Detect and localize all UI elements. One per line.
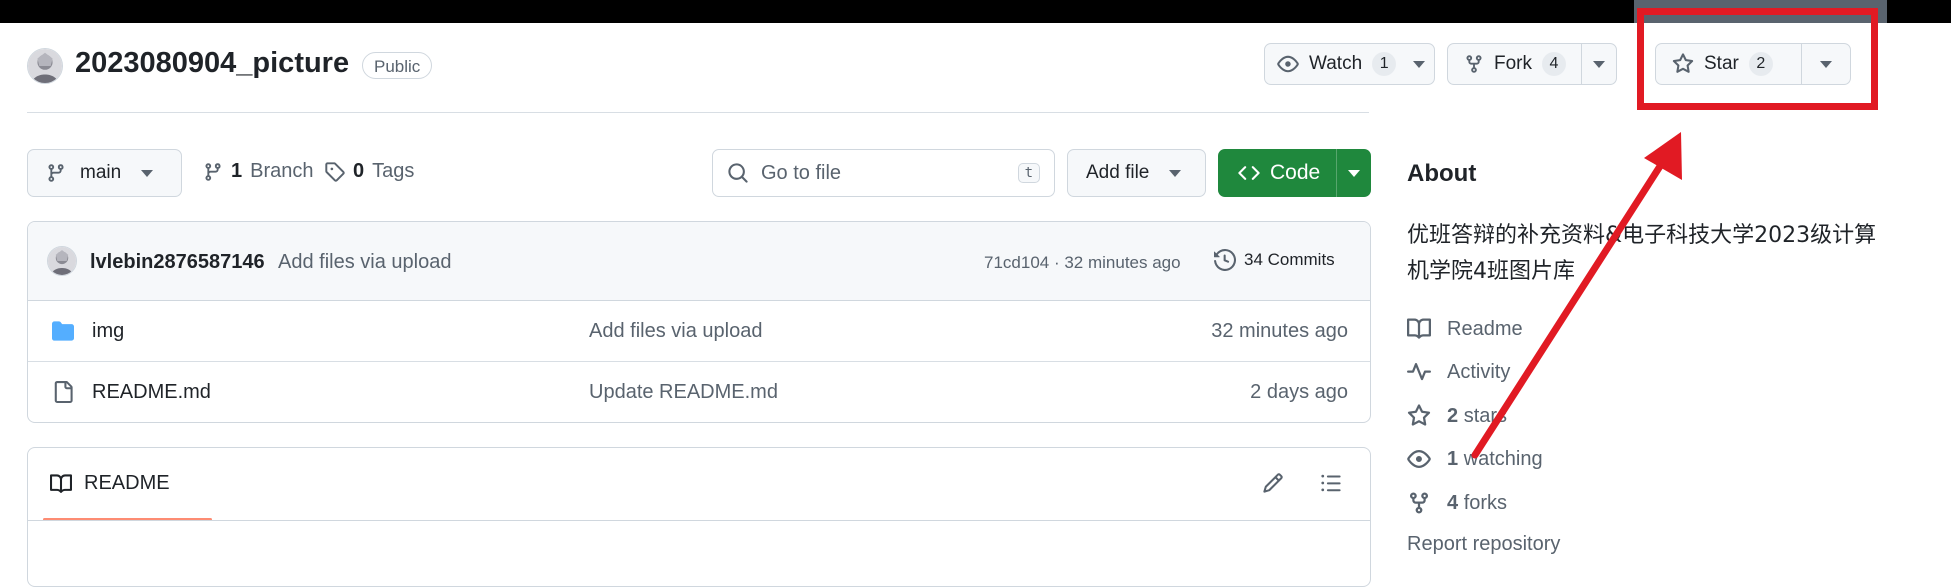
commit-author-avatar[interactable] xyxy=(47,246,77,276)
fork-dropdown[interactable] xyxy=(1582,44,1616,84)
watch-count: 1 xyxy=(1372,52,1397,76)
file-icon xyxy=(52,380,74,404)
go-to-file-input[interactable]: Go to file t xyxy=(712,149,1055,197)
search-icon xyxy=(727,162,749,184)
fork-count: 4 xyxy=(1542,52,1566,76)
branch-icon xyxy=(203,162,223,182)
about-item-label: stars xyxy=(1463,404,1508,427)
fork-button[interactable]: Fork 4 xyxy=(1448,44,1581,84)
code-label: Code xyxy=(1270,161,1321,184)
branch-count: 1 xyxy=(231,160,243,182)
annotation-highlight-box xyxy=(1637,8,1878,110)
fork-icon xyxy=(1407,491,1431,515)
keyboard-shortcut: t xyxy=(1017,163,1040,183)
visibility-badge: Public xyxy=(362,52,433,79)
file-browser: lvlebin2876587146 Add files via upload 7… xyxy=(27,221,1371,423)
watch-button[interactable]: Watch 1 xyxy=(1265,44,1403,84)
about-item-label: Readme xyxy=(1447,317,1523,340)
about-activity-link[interactable]: Activity xyxy=(1407,357,1510,387)
tags-link[interactable]: 0 Tags xyxy=(324,160,414,183)
chevron-down-icon xyxy=(1169,169,1182,177)
about-forks-link[interactable]: 4 forks xyxy=(1407,488,1507,518)
chevron-down-icon xyxy=(1593,60,1605,68)
branch-label: Branch xyxy=(250,160,314,182)
readme-tab[interactable]: README xyxy=(50,472,170,495)
star-icon xyxy=(1407,404,1431,428)
report-repository-link[interactable]: Report repository xyxy=(1407,533,1560,556)
file-time: 2 days ago xyxy=(1250,381,1348,403)
commits-count: 34 Commits xyxy=(1244,250,1335,269)
latest-commit-bar: lvlebin2876587146 Add files via upload 7… xyxy=(28,222,1370,301)
watch-button-group: Watch 1 xyxy=(1264,43,1435,85)
fork-icon xyxy=(1464,54,1484,74)
about-item-count: 2 xyxy=(1447,404,1459,427)
history-icon xyxy=(1214,249,1236,271)
about-stars-link[interactable]: 2 stars xyxy=(1407,401,1507,431)
owner-avatar[interactable] xyxy=(27,48,63,84)
file-time: 32 minutes ago xyxy=(1211,320,1348,342)
about-item-label: forks xyxy=(1463,491,1508,514)
code-dropdown[interactable] xyxy=(1336,149,1371,197)
branch-selector[interactable]: main xyxy=(27,149,182,197)
branch-icon xyxy=(46,163,66,183)
about-readme-link[interactable]: Readme xyxy=(1407,314,1523,344)
code-icon xyxy=(1238,162,1260,184)
tag-icon xyxy=(324,161,345,182)
chevron-down-icon xyxy=(1413,60,1425,68)
pencil-icon[interactable] xyxy=(1262,472,1284,494)
about-item-count: 4 xyxy=(1447,491,1459,514)
watch-dropdown[interactable] xyxy=(1403,44,1434,84)
header-divider xyxy=(27,112,1369,113)
file-row[interactable]: README.md Update README.md 2 days ago xyxy=(28,362,1370,422)
add-file-button[interactable]: Add file xyxy=(1067,149,1206,197)
go-to-file-placeholder: Go to file xyxy=(761,161,842,184)
add-file-label: Add file xyxy=(1086,162,1150,183)
commits-link[interactable]: 34 Commits xyxy=(1214,249,1335,271)
book-icon xyxy=(1407,317,1431,341)
list-icon[interactable] xyxy=(1320,472,1342,494)
file-commit-message[interactable]: Update README.md xyxy=(589,381,778,404)
readme-tab-label: README xyxy=(84,472,170,494)
folder-icon xyxy=(51,320,75,342)
commit-message[interactable]: Add files via upload xyxy=(278,251,451,274)
about-item-count: 1 xyxy=(1447,447,1459,470)
book-icon xyxy=(50,473,72,495)
fork-label: Fork xyxy=(1494,53,1532,74)
code-button[interactable]: Code xyxy=(1218,149,1371,197)
file-name[interactable]: README.md xyxy=(92,381,211,404)
repo-name[interactable]: 2023080904_picture xyxy=(75,47,349,80)
about-title: About xyxy=(1407,160,1477,187)
branch-name: main xyxy=(80,162,122,183)
file-row[interactable]: img Add files via upload 32 minutes ago xyxy=(28,301,1370,362)
about-item-label: Activity xyxy=(1447,360,1511,383)
tag-count: 0 xyxy=(353,160,365,182)
readme-panel: README xyxy=(27,447,1371,587)
fork-button-group: Fork 4 xyxy=(1447,43,1617,85)
tag-label: Tags xyxy=(372,160,415,182)
file-commit-message[interactable]: Add files via upload xyxy=(589,320,762,343)
readme-header-divider xyxy=(28,520,1370,521)
eye-icon xyxy=(1277,53,1299,75)
about-item-label: watching xyxy=(1463,447,1543,470)
eye-icon xyxy=(1407,447,1431,471)
branches-link[interactable]: 1 Branch xyxy=(203,160,314,183)
commit-author[interactable]: lvlebin2876587146 xyxy=(90,251,265,274)
arrow-head xyxy=(1644,132,1682,180)
file-name[interactable]: img xyxy=(92,320,124,343)
about-description: 优班答辩的补充资料&电子科技大学2023级计算机学院4班图片库 xyxy=(1407,223,1877,284)
pulse-icon xyxy=(1407,360,1431,384)
watch-label: Watch xyxy=(1309,53,1363,74)
about-watching-link[interactable]: 1 watching xyxy=(1407,444,1543,474)
chevron-down-icon xyxy=(1348,169,1361,177)
commit-hash-time[interactable]: 71cd104 · 32 minutes ago xyxy=(984,253,1181,273)
chevron-down-icon xyxy=(141,169,154,177)
